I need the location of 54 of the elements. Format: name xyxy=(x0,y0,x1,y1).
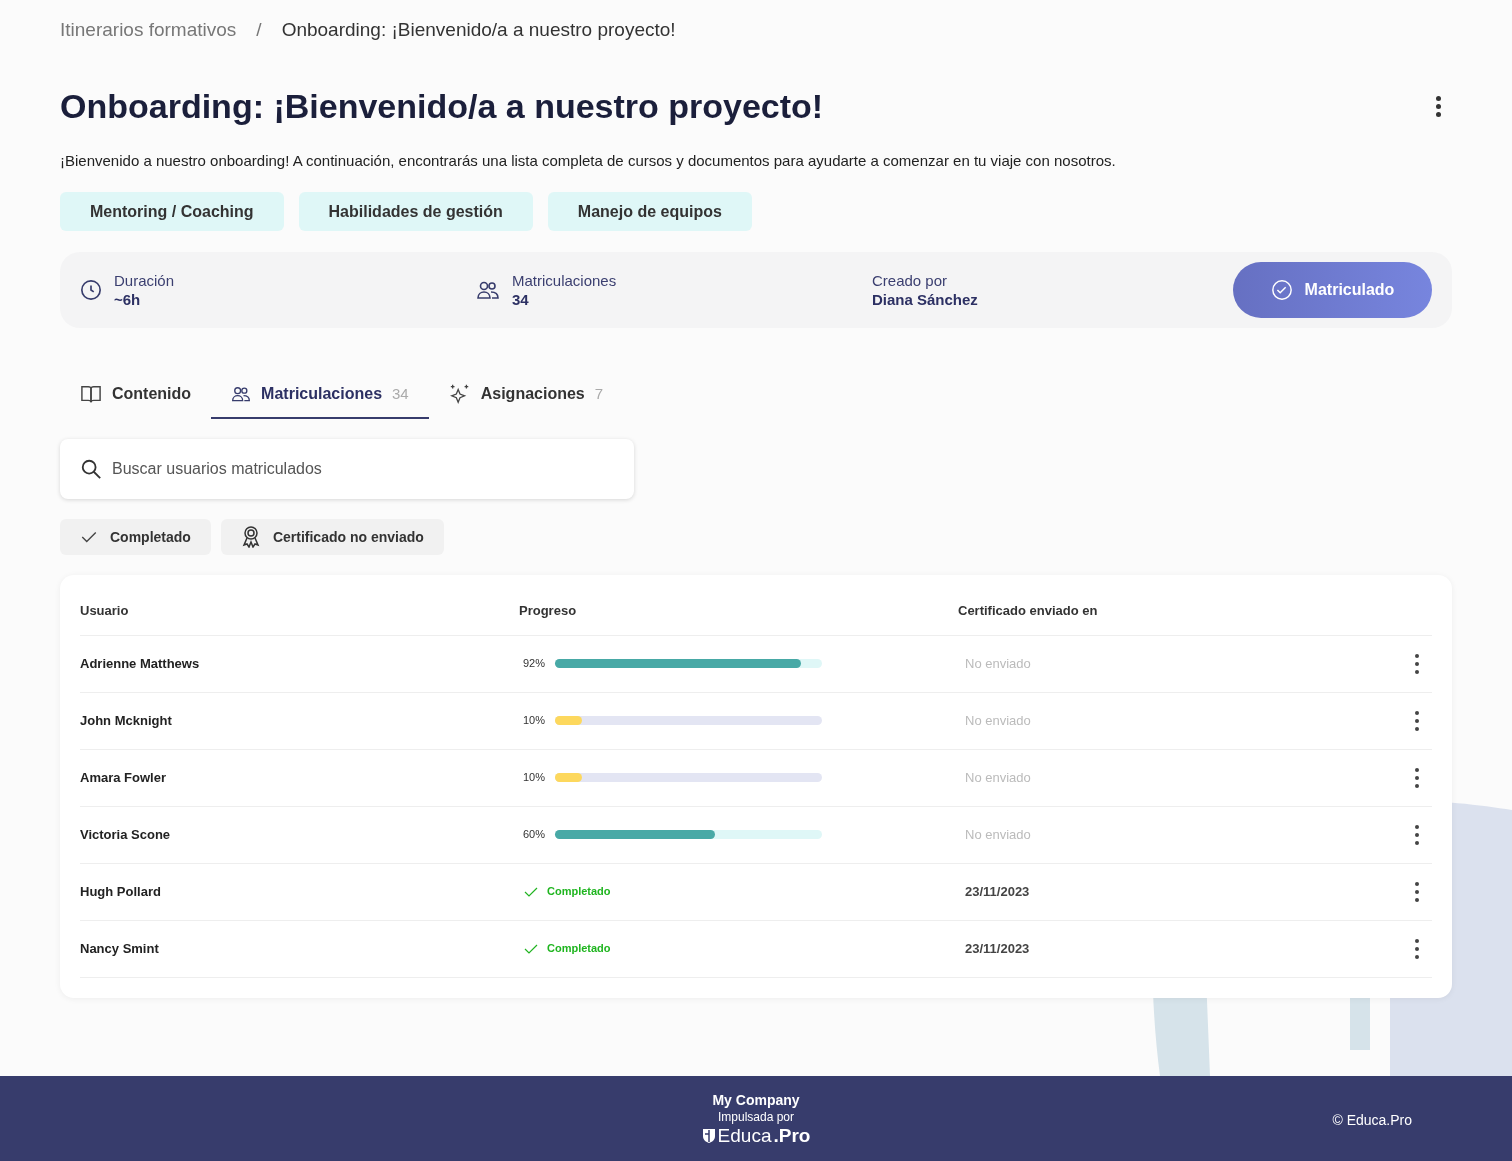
powered-by-text: Impulsada por xyxy=(717,1108,794,1125)
page-title: Onboarding: ¡Bienvenido/a a nuestro proyecto! xyxy=(60,85,824,127)
certificate-date: No enviado xyxy=(965,825,1031,844)
breadcrumb-link[interactable]: Onboarding: ¡Bienvenido/a a nuestro proyecto! xyxy=(281,16,676,45)
copyright: © Educa.Pro xyxy=(1332,1111,1412,1130)
company-name: My Company xyxy=(712,1090,800,1109)
search-field[interactable]: Buscar usuarios matriculados xyxy=(60,439,634,499)
completed-status: Completado xyxy=(547,941,611,957)
sparkles-icon xyxy=(448,383,471,405)
clock-icon xyxy=(80,279,102,301)
info-label: Duración xyxy=(114,271,175,290)
certificate-date: No enviado xyxy=(965,711,1031,730)
tab[interactable]: Asignaciones 7 xyxy=(428,371,624,419)
book-icon xyxy=(80,384,102,404)
breadcrumb-link[interactable]: Itinerarios formativos xyxy=(60,16,237,45)
info-value: ~6h xyxy=(114,290,142,309)
column-header: Progreso xyxy=(519,602,578,620)
filter-button[interactable]: Completado xyxy=(60,519,211,555)
user-name: Adrienne Matthews xyxy=(80,654,201,673)
shield-icon xyxy=(701,1127,716,1144)
progress-percent: 92% xyxy=(523,656,547,672)
breadcrumb-separator: / xyxy=(256,18,262,42)
progress-percent: 60% xyxy=(523,827,547,843)
info-label: Creado por xyxy=(872,271,949,290)
user-name: Hugh Pollard xyxy=(80,882,162,901)
description: ¡Bienvenido a nuestro onboarding! A continuación, encontrarás una lista completa de cursos y documentos para ayudarte a comenzar en tu viaje con nosotros. xyxy=(60,150,1117,171)
tag: Mentoring / Coaching xyxy=(60,192,284,231)
user-name: Victoria Scone xyxy=(80,825,172,844)
certificate-date: No enviado xyxy=(965,768,1031,787)
search-icon xyxy=(80,458,102,480)
certificate-date: 23/11/2023 xyxy=(965,939,1030,958)
user-name: Nancy Smint xyxy=(80,939,160,958)
tag: Manejo de equipos xyxy=(547,192,752,231)
enrolled-button[interactable]: Matriculado xyxy=(1233,262,1432,318)
progress-percent: 10% xyxy=(523,770,547,786)
user-name: Amara Fowler xyxy=(80,768,167,787)
progress-percent: 10% xyxy=(523,713,547,729)
filter-button[interactable]: Certificado no enviado xyxy=(220,519,444,555)
info-value: Diana Sánchez xyxy=(872,290,978,309)
user-name: John Mcknight xyxy=(80,711,173,730)
tab[interactable]: Matriculaciones 34 xyxy=(211,371,429,419)
tag: Habilidades de gestión xyxy=(298,192,533,231)
certificate-date: No enviado xyxy=(965,654,1031,673)
certificate-date: 23/11/2023 xyxy=(965,882,1030,901)
award-icon xyxy=(240,526,261,548)
info-value: 34 xyxy=(512,290,530,309)
completed-status: Completado xyxy=(547,884,611,900)
info-label: Matriculaciones xyxy=(512,271,617,290)
column-header: Certificado enviado en xyxy=(958,602,1099,620)
column-header: Usuario xyxy=(80,602,130,620)
educa-pro-logo: Educa.Pro xyxy=(701,1124,811,1147)
tab[interactable]: Contenido xyxy=(60,371,212,419)
users-icon xyxy=(231,384,252,404)
check-circle-icon xyxy=(1270,279,1293,301)
